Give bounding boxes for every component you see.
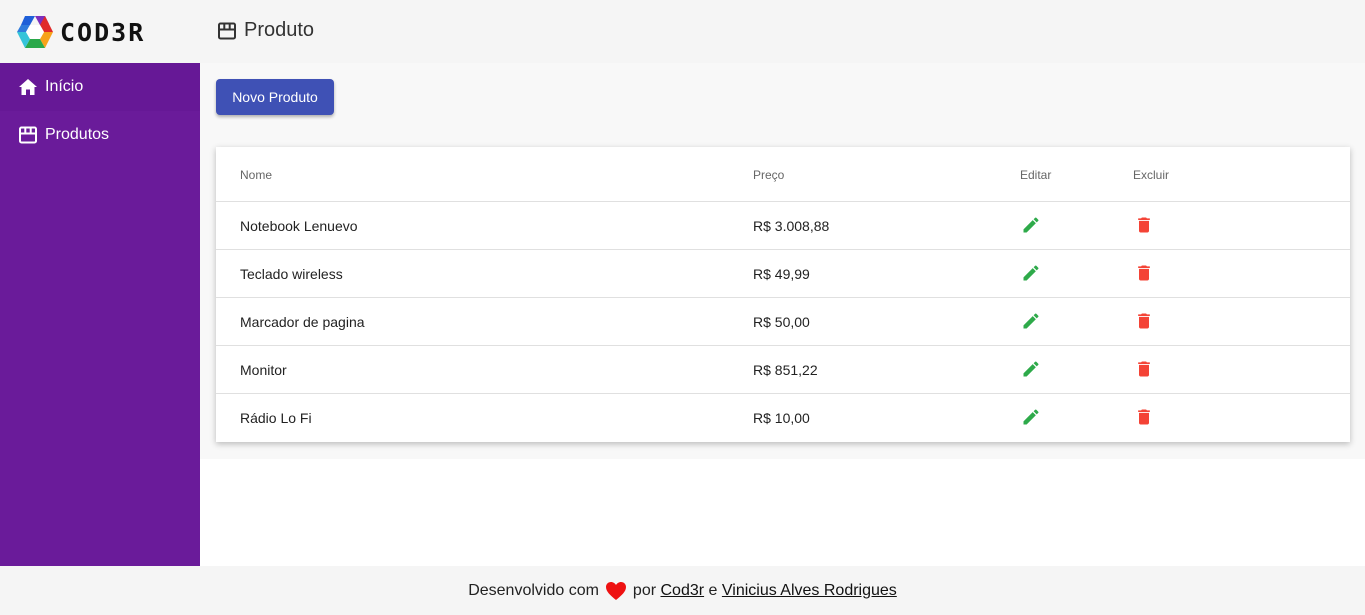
delete-icon[interactable] [1133, 214, 1155, 236]
cell-nome: Teclado wireless [240, 266, 343, 282]
table-row: Teclado wireless R$ 49,99 [216, 250, 1350, 298]
store-icon [217, 21, 237, 41]
edit-icon[interactable] [1020, 310, 1042, 332]
main-content: Novo Produto Nome Preço Editar Excluir N… [200, 63, 1365, 459]
column-header-preco[interactable]: Preço [753, 168, 784, 182]
table-row: Notebook Lenuevo R$ 3.008,88 [216, 202, 1350, 250]
column-header-nome[interactable]: Nome [240, 168, 272, 182]
footer-link-author[interactable]: Vinicius Alves Rodrigues [722, 582, 897, 600]
sidebar-item-label: Início [45, 78, 84, 95]
edit-icon[interactable] [1020, 214, 1042, 236]
sidebar-item-inicio[interactable]: Início [0, 63, 200, 111]
cod3r-hexagon-icon [17, 16, 53, 48]
new-product-button[interactable]: Novo Produto [216, 79, 334, 115]
products-table: Nome Preço Editar Excluir Notebook Lenue… [216, 147, 1350, 442]
table-row: Rádio Lo Fi R$ 10,00 [216, 394, 1350, 442]
cell-nome: Rádio Lo Fi [240, 410, 312, 426]
edit-icon[interactable] [1020, 262, 1042, 284]
footer-and: e [708, 581, 718, 599]
table-row: Monitor R$ 851,22 [216, 346, 1350, 394]
footer-por: por [632, 581, 657, 599]
cell-nome: Monitor [240, 362, 287, 378]
column-header-editar: Editar [1020, 168, 1052, 182]
delete-icon[interactable] [1133, 310, 1155, 332]
cell-preco: R$ 851,22 [753, 362, 818, 378]
table-body: Notebook Lenuevo R$ 3.008,88 Teclado wirel… [216, 202, 1350, 442]
cell-preco: R$ 50,00 [753, 314, 810, 330]
heart-icon [605, 581, 627, 601]
app-header: COD3R Produto [0, 0, 1365, 63]
edit-icon[interactable] [1020, 358, 1042, 380]
sidebar-item-produtos[interactable]: Produtos [0, 111, 200, 159]
cell-nome: Marcador de pagina [240, 314, 365, 330]
table-row: Marcador de pagina R$ 50,00 [216, 298, 1350, 346]
cod3r-logo[interactable]: COD3R [16, 14, 145, 50]
logo-text: COD3R [60, 17, 146, 47]
sidebar: Início Produtos [0, 63, 200, 566]
footer: Desenvolvido com por Cod3r e Vinicius Al… [0, 566, 1365, 615]
sidebar-item-label: Produtos [45, 126, 110, 143]
page-title: Produto [217, 19, 314, 42]
footer-prefix: Desenvolvido com [468, 581, 599, 599]
cell-preco: R$ 49,99 [753, 266, 810, 282]
cell-nome: Notebook Lenuevo [240, 218, 358, 234]
home-icon [18, 77, 38, 97]
page-title-text: Produto [244, 19, 315, 41]
table-header: Nome Preço Editar Excluir [216, 147, 1350, 202]
cell-preco: R$ 3.008,88 [753, 218, 830, 234]
cell-preco: R$ 10,00 [753, 410, 810, 426]
delete-icon[interactable] [1133, 406, 1155, 428]
footer-link-cod3r[interactable]: Cod3r [661, 582, 705, 600]
column-header-excluir: Excluir [1133, 168, 1170, 182]
edit-icon[interactable] [1020, 406, 1042, 428]
delete-icon[interactable] [1133, 262, 1155, 284]
store-icon [18, 125, 38, 145]
delete-icon[interactable] [1133, 358, 1155, 380]
